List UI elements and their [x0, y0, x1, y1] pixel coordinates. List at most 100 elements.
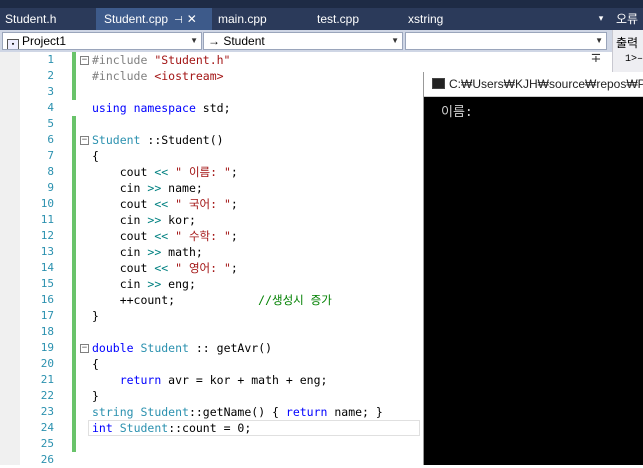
tab-label: Student.h	[5, 12, 57, 26]
line-number: 2	[47, 69, 54, 82]
code-token: " 영어: "	[175, 261, 231, 275]
chevron-down-icon: ▼	[190, 36, 198, 45]
window-top-strip	[0, 0, 643, 8]
code-token: cout	[92, 261, 155, 275]
code-token: <<	[154, 229, 169, 243]
error-list-tab[interactable]: 오류	[612, 8, 643, 30]
code-token: double	[92, 341, 134, 355]
code-token: ;	[230, 197, 238, 211]
collapse-icon[interactable]: −	[80, 56, 89, 65]
code-token: std;	[195, 101, 231, 115]
code-token: Student	[140, 341, 189, 355]
tab-student-cpp[interactable]: Student.cpp ⊣ ✕	[96, 8, 212, 30]
editor-left-margin	[0, 52, 20, 465]
chevron-down-icon: ▼	[391, 36, 399, 45]
code-line: }	[92, 309, 99, 323]
pin-icon[interactable]: ⊣	[174, 15, 183, 26]
line-number: 8	[47, 165, 54, 178]
code-line: cout << " 이름: ";	[92, 164, 238, 180]
chevron-down-icon: ▼	[595, 36, 603, 45]
tab-label: Student.cpp	[104, 12, 169, 26]
code-token: >>	[147, 213, 162, 227]
code-token: #include	[92, 53, 155, 67]
tab-label: test.cpp	[317, 12, 360, 26]
console-output: 이름:	[441, 105, 481, 120]
collapse-icon[interactable]: −	[80, 136, 89, 145]
change-indicator	[72, 116, 76, 452]
scope-dropdown[interactable]: → Student ▼	[203, 32, 403, 50]
scope-dropdown-value: → Student	[208, 34, 265, 48]
document-tab-bar: Student.h Student.cpp ⊣ ✕ main.cpp test.cp…	[0, 8, 612, 30]
code-token: avr = kor + math + eng;	[161, 373, 328, 387]
code-token: int	[92, 421, 113, 435]
line-number: 7	[47, 149, 54, 162]
collapse-icon[interactable]: −	[80, 344, 89, 353]
code-token: ::getName() {	[188, 405, 286, 419]
line-number: 13	[40, 245, 54, 258]
code-token: ;	[230, 229, 238, 243]
code-line: cin >> eng;	[92, 276, 196, 292]
code-token: cout	[92, 197, 155, 211]
tab-label: main.cpp	[218, 12, 267, 26]
split-editor-icon[interactable]: ∓	[586, 52, 606, 66]
code-line: using namespace std;	[92, 100, 231, 116]
code-line: }	[92, 389, 99, 403]
code-token: using	[92, 101, 127, 115]
code-token: ++count;	[92, 293, 259, 307]
output-tab[interactable]: 출력	[616, 34, 638, 51]
code-token: cout	[92, 229, 155, 243]
close-icon[interactable]: ✕	[187, 12, 197, 26]
code-token: #include	[92, 69, 155, 83]
line-number: 18	[40, 325, 54, 338]
line-number: 24	[40, 421, 54, 434]
tab-student-h[interactable]: Student.h	[5, 8, 56, 30]
console-window[interactable]: C:₩Users₩KJH₩source₩repos₩Proj 이름:	[423, 72, 643, 465]
code-token: math;	[161, 245, 203, 259]
code-token: cin	[92, 213, 148, 227]
tab-xstring[interactable]: xstring	[408, 8, 443, 30]
line-number: 10	[40, 197, 54, 210]
navigation-bar: ▪ Project1 ▼ → Student ▼ ▼	[0, 30, 612, 52]
tab-overflow-chevron-icon[interactable]: ▾	[592, 8, 610, 30]
code-token: >>	[147, 277, 162, 291]
line-number: 19	[40, 341, 54, 354]
code-line: ++count; //생성시 증가	[92, 292, 332, 308]
member-dropdown[interactable]: ▼	[405, 32, 607, 50]
code-line: cout << " 수학: ";	[92, 228, 238, 244]
code-token: kor;	[161, 213, 196, 227]
output-line: 1>–	[625, 54, 643, 65]
code-token: " 수학: "	[175, 229, 231, 243]
line-number: 6	[47, 133, 54, 146]
code-line: cin >> kor;	[92, 212, 196, 228]
code-line: cout << " 영어: ";	[92, 260, 238, 276]
code-token: cin	[92, 245, 148, 259]
line-number: 26	[40, 453, 54, 466]
code-token: namespace	[133, 101, 196, 115]
code-line: Student ::Student()	[92, 132, 224, 148]
project-dropdown[interactable]: ▪ Project1 ▼	[2, 32, 202, 50]
code-token: ::	[140, 133, 162, 147]
code-line: int Student::count = 0;	[92, 420, 251, 436]
line-number: 4	[47, 101, 54, 114]
code-token: ;	[230, 261, 238, 275]
code-line: return avr = kor + math + eng;	[92, 372, 328, 388]
code-token: return	[285, 405, 328, 419]
code-token: >>	[147, 245, 162, 259]
line-number: 11	[40, 213, 54, 226]
line-number: 12	[40, 229, 54, 242]
code-token: <<	[154, 261, 169, 275]
project-dropdown-value: Project1	[22, 34, 67, 48]
code-line: cin >> math;	[92, 244, 203, 260]
line-number: 25	[40, 437, 54, 450]
code-token: name; }	[327, 405, 383, 419]
code-token: :: getAvr()	[188, 341, 273, 355]
code-token: Student	[140, 405, 189, 419]
console-title-bar[interactable]: C:₩Users₩KJH₩source₩repos₩Proj	[424, 72, 643, 97]
tab-main-cpp[interactable]: main.cpp	[218, 8, 267, 30]
code-token: cin	[92, 277, 148, 291]
code-token: string	[92, 405, 134, 419]
tab-test-cpp[interactable]: test.cpp	[317, 8, 359, 30]
